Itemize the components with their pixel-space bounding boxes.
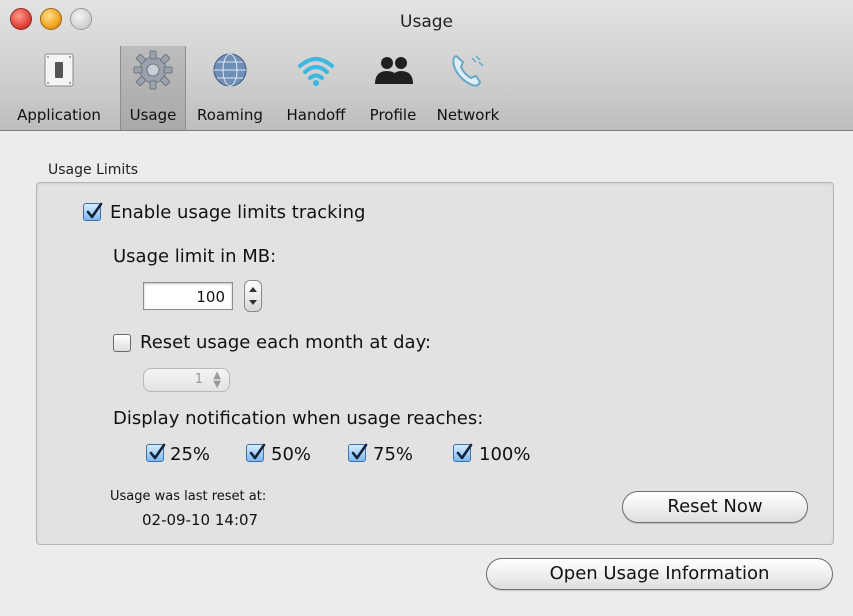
globe-icon	[213, 53, 247, 87]
toolbar-item-roaming[interactable]: Roaming	[188, 46, 272, 130]
usage-limit-stepper[interactable]	[244, 280, 262, 312]
enable-tracking-label: Enable usage limits tracking	[110, 202, 366, 223]
toolbar-label-application: Application	[17, 106, 101, 124]
reset-day-value: 1	[194, 372, 203, 387]
toolbar-item-usage[interactable]: Usage	[120, 46, 186, 130]
people-icon	[375, 57, 413, 84]
threshold-25-checkbox[interactable]	[146, 443, 166, 462]
reset-monthly-label: Reset usage each month at day:	[140, 332, 431, 353]
window-title: Usage	[400, 12, 453, 32]
switch-icon	[44, 53, 74, 87]
threshold-25-label: 25%	[170, 444, 211, 465]
checkmark-icon	[149, 443, 166, 460]
last-reset-label: Usage was last reset at:	[110, 489, 267, 504]
reset-now-button[interactable]: Reset Now	[622, 491, 808, 523]
open-usage-information-button[interactable]: Open Usage Information	[486, 558, 833, 590]
usage-limits-group-label: Usage Limits	[48, 162, 139, 178]
phone-icon	[452, 54, 484, 87]
usage-limit-label: Usage limit in MB:	[113, 246, 277, 267]
toolbar-label-handoff: Handoff	[286, 106, 346, 124]
wifi-icon	[298, 57, 334, 86]
toolbar-label-network: Network	[436, 106, 500, 124]
window-titlebar: Usage Application Usage Roaming Handoff …	[0, 0, 853, 131]
toolbar-label-profile: Profile	[369, 106, 417, 124]
threshold-100-label: 100%	[479, 444, 531, 465]
stepper-down-icon[interactable]	[249, 300, 257, 305]
threshold-50-label: 50%	[271, 444, 312, 465]
notification-label: Display notification when usage reaches:	[113, 408, 484, 429]
last-reset-value: 02-09-10 14:07	[142, 511, 259, 529]
enable-tracking-checkbox[interactable]	[83, 202, 103, 221]
gear-icon	[133, 50, 173, 90]
usage-limit-input[interactable]: 100	[143, 282, 233, 310]
toolbar-item-network[interactable]: Network	[430, 46, 506, 130]
reset-day-popup: 1 ▲ ▼	[143, 368, 230, 392]
updown-arrows-icon: ▲ ▼	[213, 370, 221, 390]
toolbar-item-profile[interactable]: Profile	[360, 46, 426, 130]
stepper-up-icon[interactable]	[249, 287, 257, 292]
toolbar-label-usage: Usage	[129, 106, 177, 124]
toolbar-item-handoff[interactable]: Handoff	[278, 46, 354, 130]
threshold-75-label: 75%	[373, 444, 414, 465]
toolbar-label-roaming: Roaming	[197, 106, 263, 124]
checkmark-icon	[249, 443, 266, 460]
threshold-75-checkbox[interactable]	[348, 443, 368, 462]
reset-monthly-checkbox[interactable]	[113, 334, 131, 352]
threshold-50-checkbox[interactable]	[246, 443, 266, 462]
threshold-100-checkbox[interactable]	[453, 443, 473, 462]
checkmark-icon	[86, 202, 103, 219]
toolbar-item-application[interactable]: Application	[0, 46, 118, 130]
checkmark-icon	[456, 443, 473, 460]
checkmark-icon	[351, 443, 368, 460]
